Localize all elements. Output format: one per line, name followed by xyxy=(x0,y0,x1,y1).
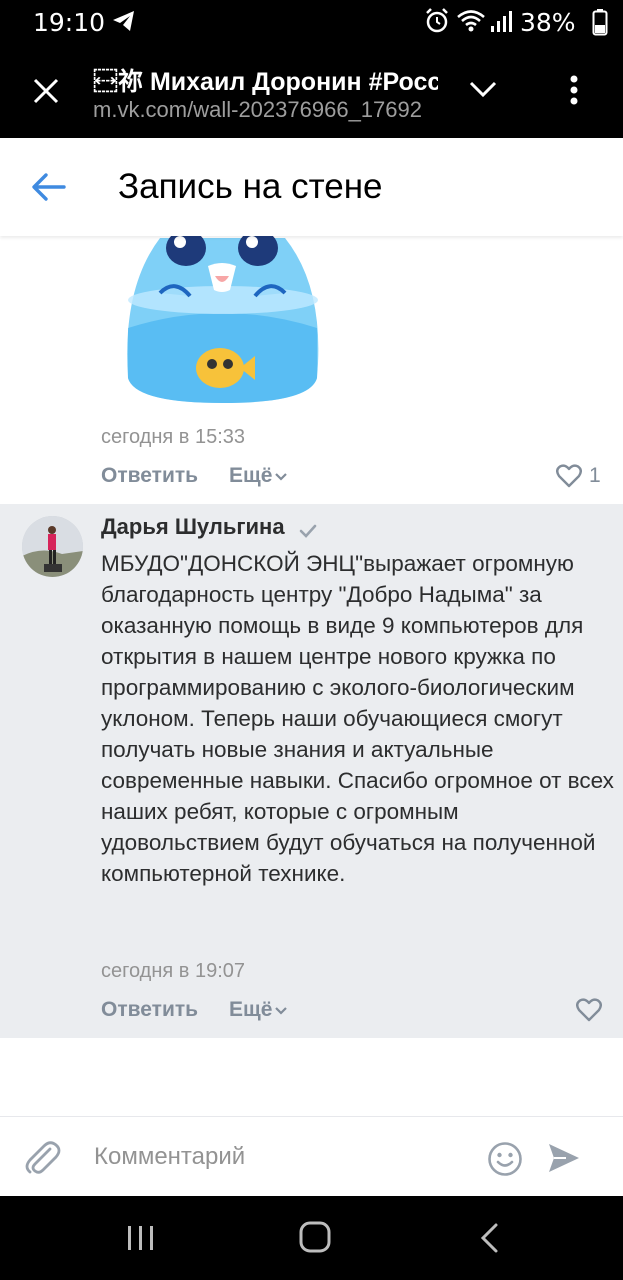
browser-tab-bar: ⿾祢 Михаил Доронин #Росс m.vk.com/wall-20… xyxy=(0,44,623,138)
status-time: 19:10 xyxy=(33,8,106,37)
close-icon[interactable] xyxy=(32,77,60,110)
nav-back-icon[interactable] xyxy=(478,1222,500,1259)
sticker-image[interactable] xyxy=(120,236,325,408)
send-icon[interactable] xyxy=(546,1141,582,1180)
status-bar: 19:10 38% xyxy=(0,0,623,44)
app-header: Запись на стене xyxy=(0,138,623,236)
browser-page-title: ⿾祢 Михаил Доронин #Росс xyxy=(93,68,438,96)
signal-icon xyxy=(490,10,514,37)
comment-input[interactable]: Комментарий xyxy=(94,1143,245,1171)
more-label: Ещё xyxy=(229,464,273,487)
alarm-icon xyxy=(425,8,449,39)
comment-composer: Комментарий xyxy=(0,1116,623,1196)
battery-icon xyxy=(592,8,608,41)
chevron-down-icon xyxy=(274,998,288,1022)
chevron-down-icon[interactable] xyxy=(469,80,497,103)
comment-time: сегодня в 19:07 xyxy=(101,960,245,982)
more-button[interactable]: Ещё xyxy=(229,464,288,488)
verified-check-icon xyxy=(298,523,318,544)
heart-icon[interactable] xyxy=(576,998,602,1027)
comments-list-end xyxy=(0,1038,623,1112)
heart-icon[interactable] xyxy=(556,464,582,493)
home-icon[interactable] xyxy=(298,1220,332,1259)
comment-time: сегодня в 15:33 xyxy=(101,426,245,448)
system-nav-bar xyxy=(0,1196,623,1280)
comments-list: сегодня в 15:33 Ответить Ещё 1 Дарья Шул… xyxy=(0,236,623,1116)
more-button[interactable]: Ещё xyxy=(229,998,288,1022)
comment-text: МБУДО"ДОНСКОЙ ЭНЦ"выражает огромную благ… xyxy=(101,551,614,886)
smile-icon[interactable] xyxy=(487,1141,523,1182)
comment-author[interactable]: Дарья Шульгина xyxy=(101,514,285,540)
comment-item: сегодня в 15:33 Ответить Ещё 1 xyxy=(0,236,623,504)
wifi-icon xyxy=(456,8,486,39)
like-count: 1 xyxy=(589,464,601,487)
recent-apps-icon[interactable] xyxy=(126,1224,156,1257)
reply-button[interactable]: Ответить xyxy=(101,998,198,1022)
reply-button[interactable]: Ответить xyxy=(101,464,198,488)
avatar[interactable] xyxy=(22,516,83,577)
browser-url: m.vk.com/wall-202376966_17692 xyxy=(93,97,422,122)
paperclip-icon[interactable] xyxy=(22,1137,62,1182)
page-title: Запись на стене xyxy=(118,167,383,206)
comment-item-highlighted: Дарья Шульгина МБУДО"ДОНСКОЙ ЭНЦ"выражае… xyxy=(0,504,623,1038)
telegram-icon xyxy=(112,10,136,37)
chevron-down-icon xyxy=(274,464,288,488)
more-label: Ещё xyxy=(229,998,273,1021)
more-vert-icon[interactable] xyxy=(568,74,580,111)
back-arrow-icon[interactable] xyxy=(30,172,66,207)
battery-percent: 38% xyxy=(520,8,576,37)
